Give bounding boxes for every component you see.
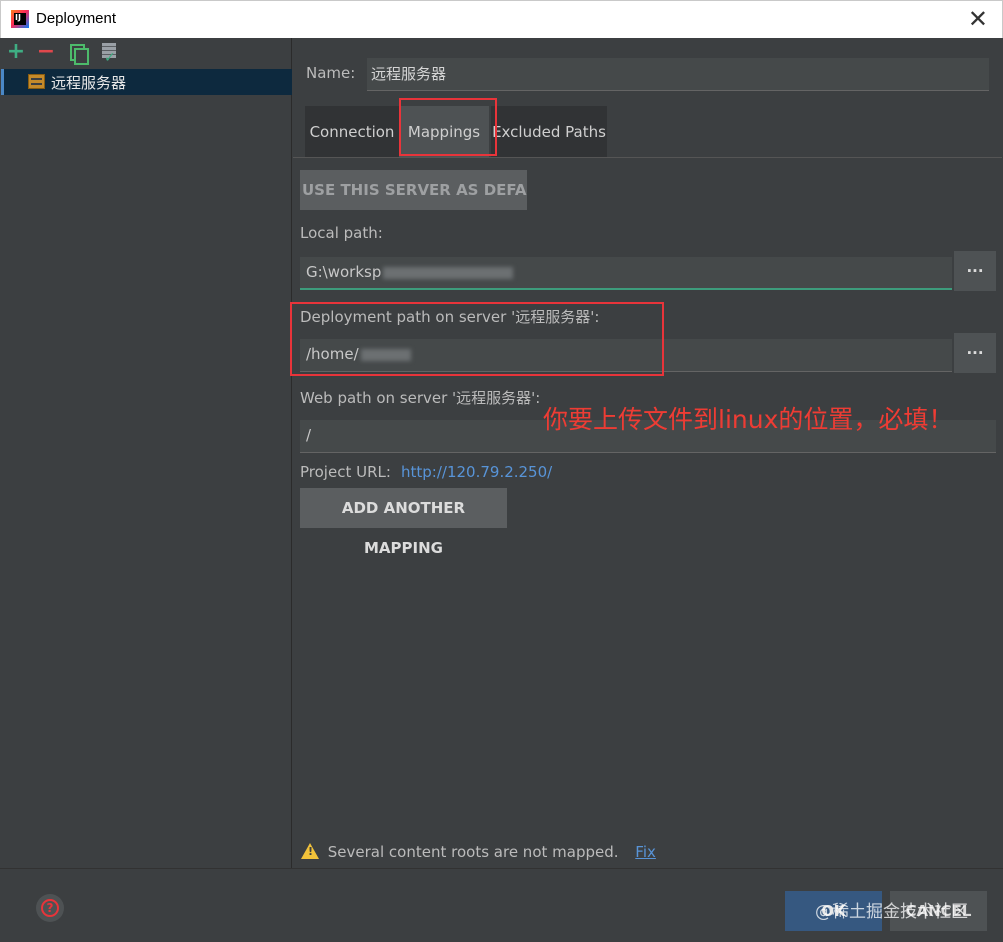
warning-message: ! Several content roots are not mapped. … <box>301 843 656 861</box>
copy-server-icon[interactable] <box>67 42 89 65</box>
name-input[interactable]: 远程服务器 <box>367 58 989 91</box>
web-path-label: Web path on server '远程服务器': <box>300 389 541 407</box>
cancel-button[interactable]: CANCEL <box>890 891 987 931</box>
server-settings-panel: Name: 远程服务器 Connection Mappings Excluded… <box>293 38 1003 868</box>
browse-local-path-button[interactable]: ... <box>954 251 996 291</box>
browse-deployment-path-button[interactable]: ... <box>954 333 996 373</box>
local-path-label: Local path: <box>300 224 383 242</box>
server-toolbar: + − ✓ <box>1 38 292 68</box>
remove-server-icon[interactable]: − <box>35 41 57 64</box>
annotation-note: 你要上传文件到linux的位置，必填！ <box>543 405 954 434</box>
name-label: Name: <box>306 64 356 82</box>
deployment-path-input[interactable]: /home/ <box>300 339 952 372</box>
tabs-divider <box>293 157 1002 158</box>
set-default-server-icon[interactable]: ✓ <box>99 42 121 66</box>
project-url-link[interactable]: http://120.79.2.250/ <box>401 463 552 481</box>
settings-tabs: Connection Mappings Excluded Paths <box>305 106 1003 158</box>
tab-excluded-paths[interactable]: Excluded Paths <box>491 106 607 158</box>
sftp-server-icon <box>28 74 45 89</box>
window-title: Deployment <box>36 10 117 27</box>
tab-connection[interactable]: Connection <box>305 106 399 158</box>
local-path-input[interactable]: G:\worksp <box>300 257 952 290</box>
ok-button[interactable]: OK <box>785 891 882 931</box>
dialog-footer: ? OK CANCEL @稀土掘金技术社区 <box>0 868 1003 942</box>
local-path-value: G:\worksp <box>306 263 382 281</box>
title-bar: IJ Deployment ✕ <box>0 0 1003 38</box>
project-url-label: Project URL: <box>300 463 391 481</box>
intellij-app-icon: IJ <box>11 10 29 28</box>
server-list-panel: + − ✓ 远程服务器 <box>1 38 292 868</box>
server-item-label: 远程服务器 <box>51 74 127 92</box>
redacted-text <box>383 266 514 279</box>
warning-icon: ! <box>301 843 319 859</box>
add-another-mapping-button[interactable]: ADD ANOTHER MAPPING <box>300 488 507 557</box>
use-as-default-button[interactable]: USE THIS SERVER AS DEFAULT <box>300 170 527 210</box>
server-list-item[interactable]: 远程服务器 <box>1 69 292 95</box>
tab-mappings[interactable]: Mappings <box>399 106 489 158</box>
deployment-path-value: /home/ <box>306 345 359 363</box>
help-icon[interactable]: ? <box>36 894 64 922</box>
close-icon[interactable]: ✕ <box>968 5 988 33</box>
fix-link[interactable]: Fix <box>635 843 656 861</box>
add-server-icon[interactable]: + <box>5 41 27 64</box>
deployment-path-label: Deployment path on server '远程服务器': <box>300 308 600 326</box>
warning-text: Several content roots are not mapped. <box>327 843 619 861</box>
redacted-text <box>360 348 411 361</box>
